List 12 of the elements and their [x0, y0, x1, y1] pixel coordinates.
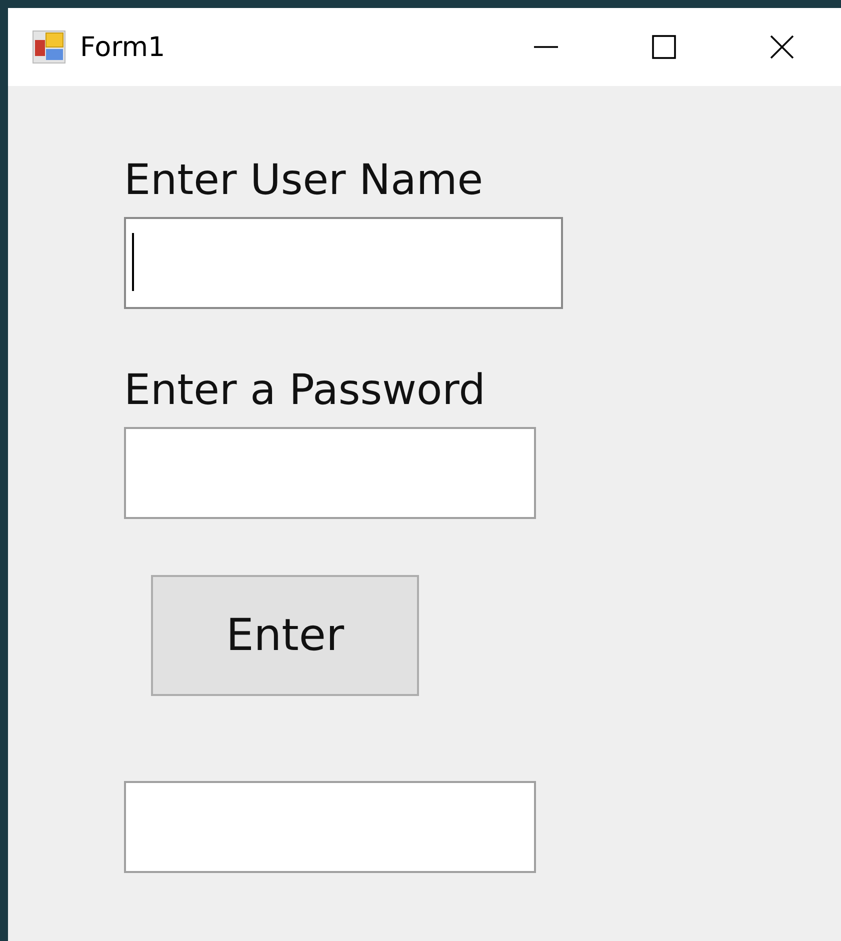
- window-title: Form1: [80, 32, 166, 62]
- field-label: Enter a Password: [124, 365, 486, 415]
- minimize-icon: [534, 46, 558, 48]
- field-label: Enter User Name: [124, 155, 484, 205]
- input-field[interactable]: [124, 217, 563, 309]
- input-field[interactable]: [124, 781, 536, 873]
- close-icon: [769, 34, 795, 60]
- maximize-icon: [651, 34, 677, 60]
- text-cursor: [132, 233, 134, 291]
- app-icon: [32, 30, 66, 64]
- enter-button[interactable]: Enter: [151, 575, 419, 696]
- input-field[interactable]: [124, 427, 536, 519]
